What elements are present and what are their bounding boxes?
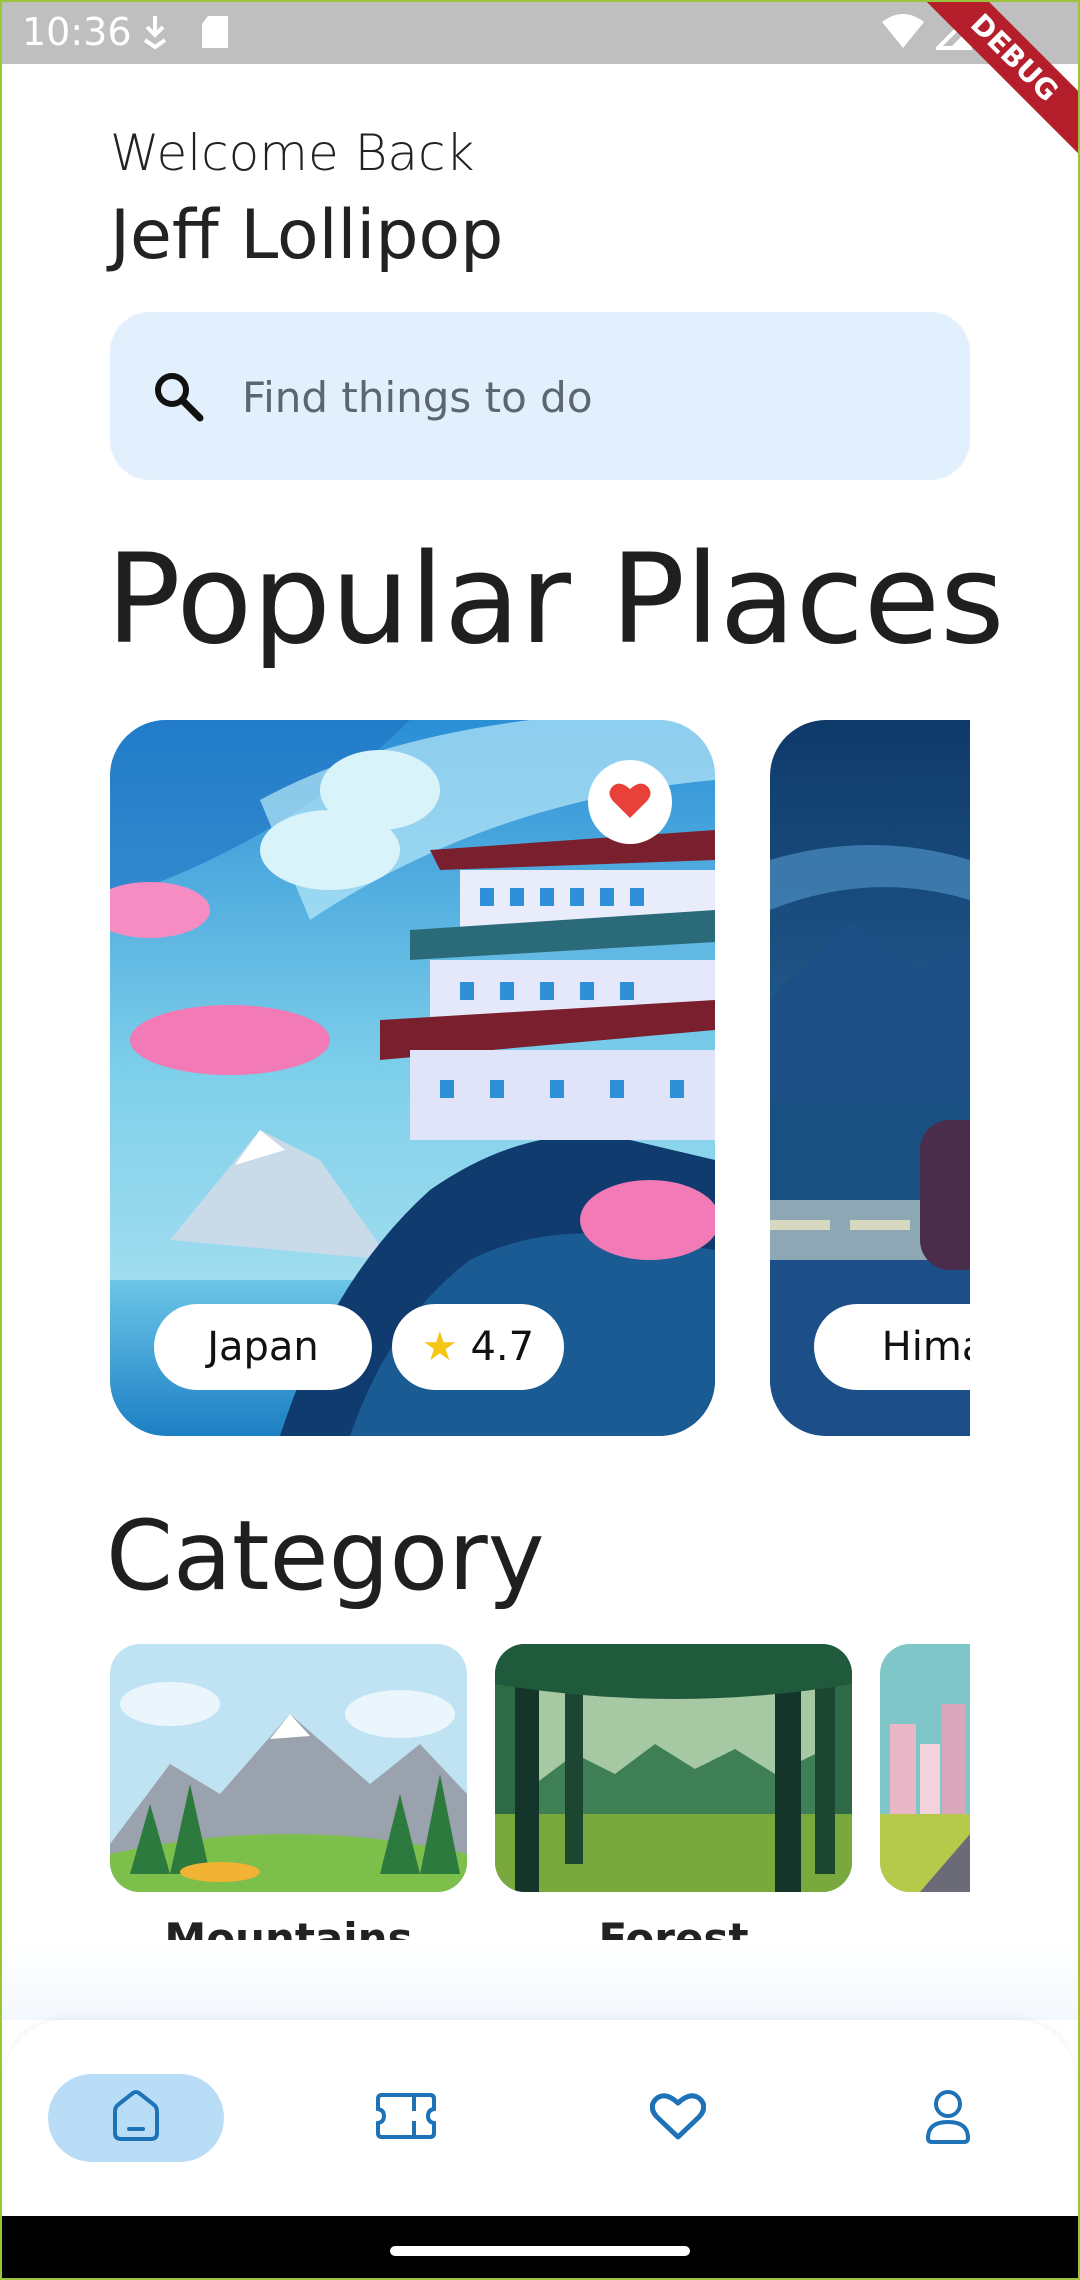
- search-input[interactable]: [240, 364, 924, 430]
- forest-image: [495, 1644, 852, 1892]
- favorite-button[interactable]: [588, 760, 672, 844]
- bottom-navigation: [4, 2020, 1076, 2216]
- popular-places-title: Popular Places: [106, 528, 1005, 672]
- place-name-pill: Hima: [814, 1304, 970, 1390]
- sd-card-icon: [200, 14, 230, 54]
- status-time: 10:36: [22, 10, 132, 54]
- rating-value: 4.7: [470, 1324, 535, 1370]
- category-item-forest[interactable]: Forest: [495, 1644, 852, 1963]
- nav-home[interactable]: [48, 2074, 224, 2162]
- home-icon: [111, 2089, 161, 2147]
- wifi-icon: [880, 14, 926, 54]
- welcome-text: Welcome Back: [110, 124, 475, 182]
- user-name: Jeff Lollipop: [110, 196, 504, 275]
- download-icon: [140, 14, 170, 54]
- place-card-himalaya[interactable]: Hima: [770, 720, 970, 1436]
- ticket-icon: [376, 2091, 436, 2145]
- popular-places-carousel[interactable]: Japan ★ 4.7 Hima: [110, 720, 970, 1436]
- heart-icon: [649, 2091, 707, 2145]
- star-icon: ★: [421, 1324, 458, 1370]
- city-image: [880, 1644, 970, 1892]
- mountains-image: [110, 1644, 467, 1892]
- system-navigation-bar: [0, 2216, 1080, 2280]
- nav-fade: [0, 1940, 1080, 2020]
- nav-favorites[interactable]: [590, 2074, 766, 2162]
- category-title: Category: [106, 1500, 545, 1612]
- search-icon: [150, 368, 206, 428]
- person-icon: [924, 2088, 972, 2148]
- home-gesture-handle[interactable]: [390, 2246, 690, 2256]
- heart-filled-icon: [608, 780, 652, 824]
- rating-pill: ★ 4.7: [392, 1304, 564, 1390]
- search-bar[interactable]: [110, 312, 970, 480]
- place-card-japan[interactable]: Japan ★ 4.7: [110, 720, 715, 1436]
- status-bar: 10:36: [0, 0, 1080, 64]
- category-item-mountains[interactable]: Mountains: [110, 1644, 467, 1963]
- nav-tickets[interactable]: [318, 2074, 494, 2162]
- nav-profile[interactable]: [860, 2074, 1036, 2162]
- place-name-pill: Japan: [154, 1304, 372, 1390]
- category-item-city[interactable]: [880, 1644, 970, 1914]
- category-list[interactable]: Mountains Forest: [110, 1644, 970, 1974]
